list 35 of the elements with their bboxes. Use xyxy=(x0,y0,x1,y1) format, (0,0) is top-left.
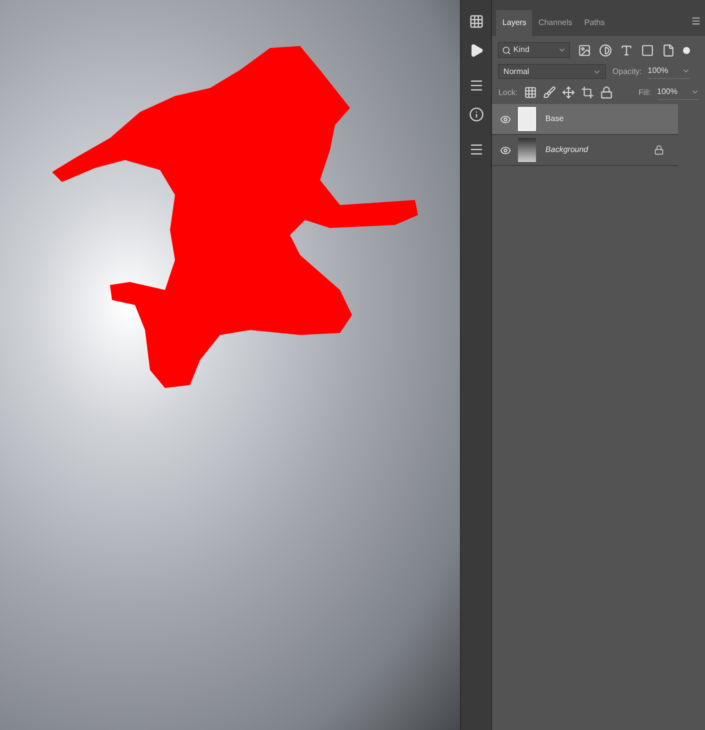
fill-field[interactable]: 100% xyxy=(657,85,699,100)
lock-icon[interactable] xyxy=(600,86,613,99)
search-icon xyxy=(502,46,512,54)
chevron-icon xyxy=(691,88,699,96)
layer-row[interactable]: Background xyxy=(492,135,678,166)
layer-name: Base xyxy=(545,113,565,125)
blend-mode-dropdown[interactable]: Normal xyxy=(498,64,606,79)
panel-tab[interactable]: Layers xyxy=(496,10,532,36)
filter-dropdown[interactable]: Kind xyxy=(498,42,570,58)
lock-label: Lock: xyxy=(498,86,518,98)
panel-tab[interactable]: Paths xyxy=(578,10,611,36)
half-circle-icon[interactable] xyxy=(599,44,612,56)
checker-icon[interactable] xyxy=(524,86,537,99)
layer-thumbnail xyxy=(518,107,536,131)
type-icon[interactable] xyxy=(620,44,634,56)
image-icon[interactable] xyxy=(578,44,592,56)
layer-row[interactable]: Base xyxy=(492,104,678,135)
chevron-icon xyxy=(682,67,690,75)
eye-icon[interactable] xyxy=(500,144,511,156)
document-icon[interactable] xyxy=(662,44,676,56)
crop-icon[interactable] xyxy=(580,86,594,99)
brush-icon[interactable] xyxy=(542,86,556,99)
play-icon[interactable] xyxy=(468,43,484,58)
layer-name: Background xyxy=(545,144,590,156)
eye-icon[interactable] xyxy=(500,114,511,124)
chevron-icon xyxy=(558,46,566,54)
panel-tab[interactable]: Channels xyxy=(532,10,578,36)
layer-thumbnail xyxy=(518,138,536,162)
opacity-field[interactable]: 100% xyxy=(648,64,690,79)
fill-label: Fill: xyxy=(638,86,651,98)
info-icon[interactable] xyxy=(468,107,484,122)
opacity-label: Opacity: xyxy=(612,66,642,78)
move-icon[interactable] xyxy=(562,86,575,99)
menu-icon[interactable] xyxy=(691,16,701,26)
shape-icon[interactable] xyxy=(641,44,654,56)
